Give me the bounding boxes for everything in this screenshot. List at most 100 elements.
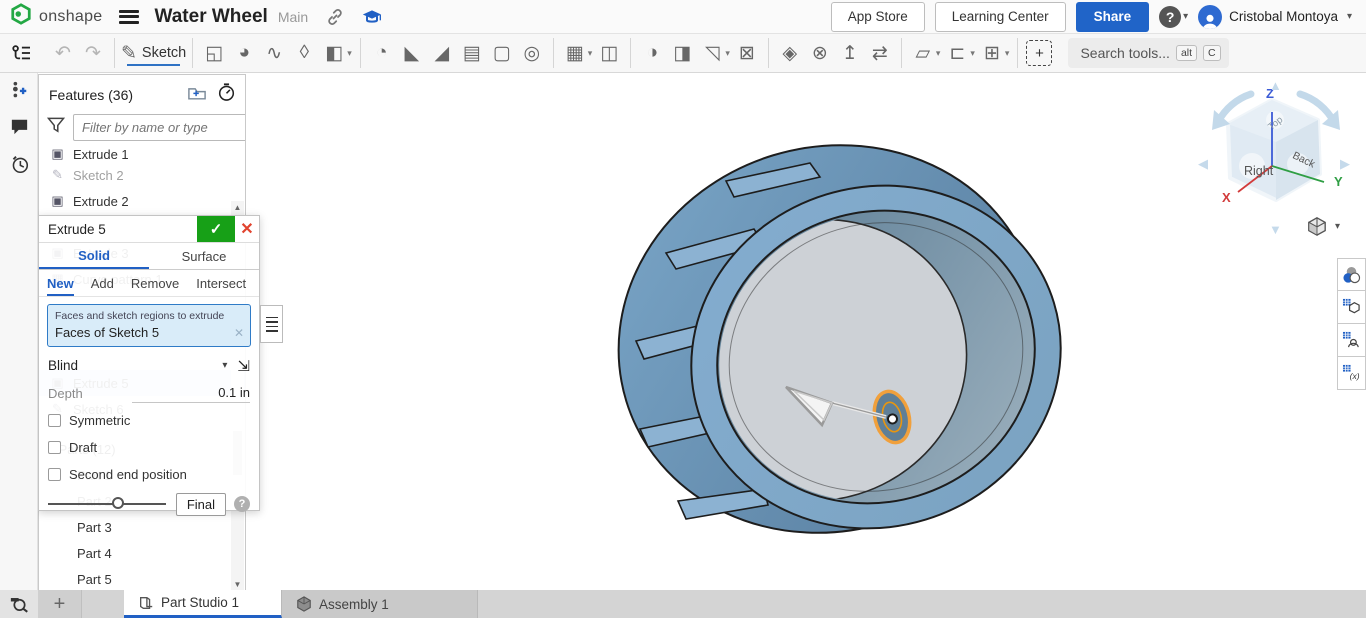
rib-icon[interactable]: ▤ [457,38,487,68]
thicken-caret-icon[interactable]: ▾ [347,48,352,59]
feature-list-toggle-icon[interactable] [6,38,36,68]
chamfer-icon[interactable]: ◣ [397,38,427,68]
search-tools[interactable]: Search tools... alt C [1068,38,1229,68]
thicken-icon[interactable]: ◧ [319,38,349,68]
app-store-button[interactable]: App Store [830,1,925,32]
composite-part-icon[interactable]: ⊞ [977,38,1007,68]
document-tab-assembly-1[interactable]: Assembly 1 [282,590,478,618]
end-type-dropdown[interactable]: Blind [48,358,222,373]
depth-input[interactable]: 0.1 in [132,385,250,403]
appearance-panel-icon[interactable] [1337,258,1366,291]
redo-icon[interactable]: ↷ [78,38,108,68]
rollback-slider-handle[interactable] [112,497,124,509]
user-avatar[interactable] [1198,4,1223,29]
configurations-icon[interactable] [0,74,38,106]
checkbox-icon[interactable] [48,441,61,454]
insert-tab-button[interactable]: + [38,590,82,618]
display-states-panel-icon[interactable] [1337,324,1366,357]
plane-caret-icon[interactable]: ▾ [936,48,941,59]
fillet-icon[interactable]: ◔ [367,38,397,68]
axis-y-label[interactable]: Y [1334,174,1343,189]
checkbox-row-draft[interactable]: Draft [39,434,259,461]
dialog-tab-solid[interactable]: Solid [39,243,149,269]
help-menu[interactable]: ? ▾ [1159,5,1188,28]
rotate-left-icon[interactable]: ◀ [1198,156,1208,172]
flip-direction-icon[interactable]: ⇲ [237,357,250,375]
delete-face-icon[interactable]: ⊗ [805,38,835,68]
axis-x-label[interactable]: X [1222,190,1231,205]
extrude-icon[interactable]: ◱ [199,38,229,68]
water-wheel-model[interactable] [614,129,1084,559]
export-part-icon[interactable]: ↥ [835,38,865,68]
checkbox-icon[interactable] [48,414,61,427]
sweep-icon[interactable]: ∿ [259,38,289,68]
document-tab-part-studio-1[interactable]: Part Studio 1 [124,590,282,618]
rollback-timer-icon[interactable] [218,83,235,106]
transform-icon[interactable]: ◹ [697,38,727,68]
loft-icon[interactable]: ◊ [289,38,319,68]
hole-icon[interactable]: ◎ [517,38,547,68]
history-icon[interactable] [0,148,38,180]
dialog-mode-intersect[interactable]: Intersect [196,270,246,296]
plane-icon[interactable]: ▱ [908,38,938,68]
filter-icon[interactable] [46,117,66,138]
feature-filter-input[interactable] [73,114,245,141]
final-button[interactable]: Final [175,492,226,516]
revolve-icon[interactable]: ◕ [229,38,259,68]
comments-icon[interactable] [0,110,38,142]
accept-button[interactable]: ✓ [197,216,235,242]
faces-selection-box[interactable]: Faces and sketch regions to extrude Face… [47,304,251,347]
rotate-down-icon[interactable]: ▼ [1269,222,1282,237]
part-item-part-4[interactable]: Part 4 [39,540,245,566]
feature-item-extrude-1[interactable]: ▣ Extrude 1 [39,147,245,162]
sketch-icon[interactable]: ✎ Sketch [121,38,186,68]
help-icon[interactable]: ? [1159,5,1182,28]
cancel-button[interactable]: ✕ [235,216,259,242]
workspace-name[interactable]: Main [278,9,308,25]
learning-graduation-icon[interactable] [362,9,382,25]
linear-pattern-icon[interactable]: ▦ [560,38,590,68]
rollback-slider[interactable] [48,497,166,509]
split-icon[interactable]: ◨ [667,38,697,68]
composite-part-caret-icon[interactable]: ▾ [1005,48,1010,59]
search-tabs-icon[interactable] [0,590,38,618]
share-button[interactable]: Share [1075,1,1150,32]
feature-item-sketch-2[interactable]: ✎ Sketch 2 [39,162,245,188]
end-type-caret-icon[interactable]: ▾ [222,360,227,371]
copy-link-icon[interactable] [326,8,344,26]
user-menu[interactable]: Cristobal Montoya ▾ [1198,4,1352,29]
main-menu-icon[interactable] [118,9,139,24]
scroll-up-icon[interactable]: ▲ [231,201,244,214]
boolean-icon[interactable]: ◑ [637,38,667,68]
move-face-icon[interactable]: ◈ [775,38,805,68]
checkbox-icon[interactable] [48,468,61,481]
checkbox-row-second-end-position[interactable]: Second end position [39,461,259,488]
selection-list-flyout-button[interactable] [260,305,283,343]
draft-icon[interactable]: ◢ [427,38,457,68]
dialog-mode-remove[interactable]: Remove [131,270,179,296]
named-views-panel-icon[interactable] [1337,291,1366,324]
dialog-tab-surface[interactable]: Surface [149,243,259,269]
dialog-mode-new[interactable]: New [47,270,74,296]
transform-caret-icon[interactable]: ▾ [725,48,730,59]
clear-selection-icon[interactable]: ✕ [234,326,244,340]
checkbox-row-symmetric[interactable]: Symmetric [39,407,259,434]
learning-center-button[interactable]: Learning Center [934,1,1066,32]
feature-item-extrude-2[interactable]: ▣ Extrude 2 [39,188,245,214]
rotate-up-icon[interactable]: ▲ [1269,78,1282,93]
view-options-button[interactable]: ▾ [1306,216,1340,236]
sheet-metal-icon[interactable]: ⊏ [942,38,972,68]
dialog-help-icon[interactable]: ? [234,496,250,512]
variables-panel-icon[interactable]: (x) [1337,357,1366,390]
part-item-part-5[interactable]: Part 5 [39,566,245,591]
linear-pattern-caret-icon[interactable]: ▾ [588,48,593,59]
sheet-metal-caret-icon[interactable]: ▾ [970,48,975,59]
insert-folder-icon[interactable] [188,85,206,105]
delete-part-icon[interactable]: ⊠ [732,38,762,68]
face-right-label[interactable]: Right [1244,164,1273,178]
flatten-icon[interactable]: ⇄ [865,38,895,68]
dialog-mode-add[interactable]: Add [91,270,114,296]
undo-icon[interactable]: ↶ [48,38,78,68]
shell-icon[interactable]: ▢ [487,38,517,68]
select-tools-icon[interactable]: + [1024,38,1054,68]
